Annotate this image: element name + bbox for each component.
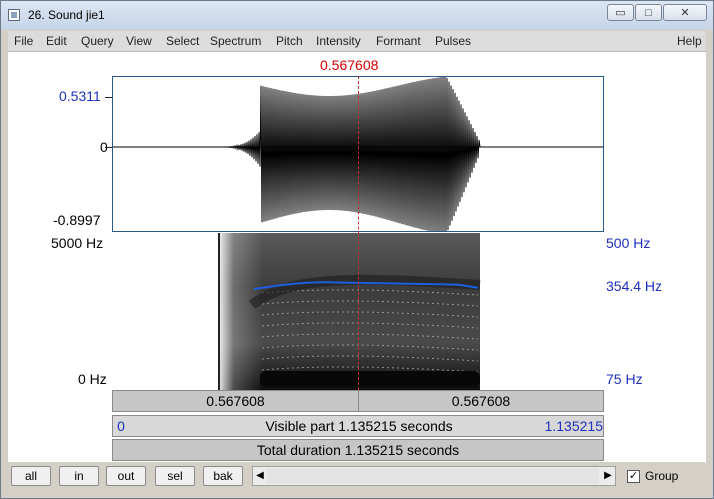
waveform-max-label: 0.5311 (59, 88, 101, 104)
zoom-back-button[interactable]: bak (203, 466, 243, 486)
waveform-min-label: -0.8997 (53, 212, 101, 228)
close-button[interactable]: ✕ (663, 4, 707, 21)
menu-spectrum[interactable]: Spectrum (210, 34, 261, 48)
visible-start-time: 0 (117, 418, 125, 434)
menu-help[interactable]: Help (677, 34, 702, 48)
spectrogram-top-freq-label: 5000 Hz (51, 235, 104, 251)
menu-select[interactable]: Select (166, 34, 199, 48)
menu-view[interactable]: View (126, 34, 152, 48)
time-scrollbar[interactable]: ◀ ▶ (252, 466, 616, 486)
group-checkbox[interactable]: ✓ (627, 470, 640, 483)
menu-query[interactable]: Query (81, 34, 114, 48)
spectrogram-bottom-freq-label: 0 Hz (78, 371, 107, 387)
zoom-all-button[interactable]: all (11, 466, 51, 486)
window-title: 26. Sound jie1 (28, 8, 105, 22)
right-segment-time[interactable]: 0.567608 (359, 391, 603, 411)
group-label: Group (645, 469, 679, 483)
zoom-sel-button[interactable]: sel (155, 466, 195, 486)
visible-part-label: Visible part 1.135215 seconds (265, 418, 453, 434)
selection-time-bar[interactable]: 0.567608 0.567608 (112, 390, 604, 412)
spectrogram-low-band (260, 371, 480, 387)
menu-formant[interactable]: Formant (376, 34, 421, 48)
scroll-right-icon[interactable]: ▶ (601, 467, 615, 485)
menu-file[interactable]: File (14, 34, 33, 48)
pitch-current-label: 354.4 Hz (606, 278, 663, 294)
pitch-bottom-label: 75 Hz (606, 371, 643, 387)
maximize-button[interactable]: □ (635, 4, 662, 21)
total-duration-bar[interactable]: Total duration 1.135215 seconds (112, 439, 604, 461)
cursor-time-label: 0.567608 (320, 57, 379, 73)
total-duration-label: Total duration 1.135215 seconds (256, 442, 460, 458)
menu-pitch[interactable]: Pitch (276, 34, 303, 48)
menu-bar: File Edit Query View Select Spectrum Pit… (8, 31, 706, 52)
spectrogram-onset (218, 233, 263, 390)
pitch-top-label: 500 Hz (606, 235, 651, 251)
window-app-icon (8, 9, 20, 21)
zoom-out-button[interactable]: out (106, 466, 146, 486)
left-segment-time[interactable]: 0.567608 (113, 391, 359, 411)
waveform-max-tick (105, 97, 112, 98)
visible-part-bar[interactable]: 0 Visible part 1.135215 seconds 1.135215 (112, 415, 604, 437)
menu-pulses[interactable]: Pulses (435, 34, 471, 48)
scroll-left-icon[interactable]: ◀ (253, 467, 267, 485)
waveform-zero-tick (105, 147, 112, 148)
cursor-line (358, 76, 359, 390)
menu-edit[interactable]: Edit (46, 34, 67, 48)
visible-end-time: 1.135215 (544, 418, 603, 434)
title-bar[interactable]: 26. Sound jie1 ▭ □ ✕ (1, 1, 713, 29)
scroll-thumb[interactable] (267, 468, 599, 484)
menu-intensity[interactable]: Intensity (316, 34, 361, 48)
minimize-button[interactable]: ▭ (607, 4, 634, 21)
zoom-in-button[interactable]: in (59, 466, 99, 486)
